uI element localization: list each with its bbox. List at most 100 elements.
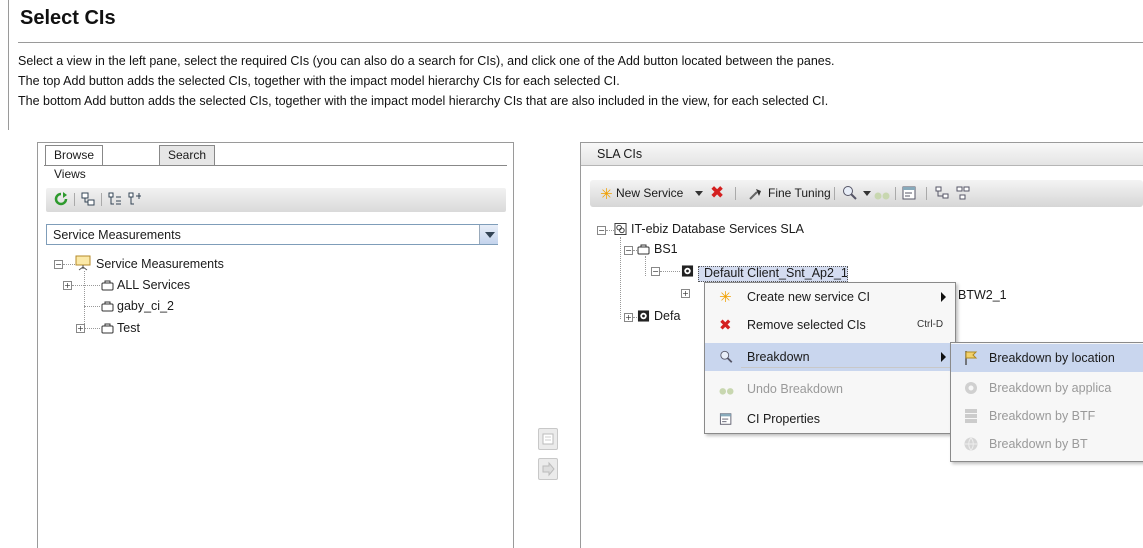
toolbar-separator [926, 187, 927, 200]
left-toolbar [46, 188, 506, 212]
tree-line [660, 271, 680, 272]
chevron-down-icon[interactable] [863, 191, 871, 196]
submenu-arrow-icon [941, 352, 946, 362]
tree-line [85, 328, 100, 329]
tab-divider [44, 165, 507, 166]
service-measurements-icon [75, 255, 91, 271]
tree-line [84, 271, 85, 328]
collapse-toggle[interactable]: − [651, 267, 660, 276]
gear-icon [965, 382, 977, 394]
tree-item-all-services[interactable]: ALL Services [117, 278, 190, 292]
menu-item-label: Create new service CI [747, 290, 870, 304]
server-icon [965, 409, 977, 423]
collapse-all-icon[interactable] [128, 192, 142, 206]
tree-root-label[interactable]: Service Measurements [96, 257, 224, 271]
breakdown-submenu: Breakdown by location Breakdown by appli… [950, 342, 1143, 462]
toolbar-separator [834, 187, 835, 200]
tab-browse-views[interactable]: Browse Views [45, 145, 104, 181]
tree-line [606, 230, 614, 231]
tree-line [645, 256, 646, 276]
submenu-item-label: Breakdown by location [989, 351, 1115, 365]
submenu-item-by-bt[interactable]: Breakdown by BT [951, 430, 1143, 458]
menu-item-create-service-ci[interactable]: ✳ Create new service CI [705, 283, 955, 311]
submenu-item-by-location[interactable]: Breakdown by location [951, 344, 1143, 372]
refresh-icon[interactable] [54, 192, 68, 206]
collapse-toggle[interactable]: − [54, 260, 63, 269]
expand-all-icon[interactable] [108, 192, 122, 206]
binoculars-icon[interactable] [874, 186, 890, 201]
submenu-item-label: Breakdown by BT [989, 437, 1088, 451]
expand-toggle[interactable]: + [624, 313, 633, 322]
asterisk-icon: ✳ [600, 185, 613, 203]
fine-tuning-button[interactable]: Fine Tuning [768, 180, 831, 207]
submenu-item-by-application[interactable]: Breakdown by applica [951, 374, 1143, 402]
toolbar-separator [895, 187, 896, 200]
title-divider [18, 42, 1143, 43]
tree-line [63, 264, 75, 265]
hierarchy-alt-icon[interactable] [956, 186, 970, 200]
ci-context-menu: ✳ Create new service CI ✖ Remove selecte… [704, 282, 956, 434]
fine-tuning-icon [749, 189, 761, 200]
tree-item-bs1[interactable]: BS1 [654, 242, 678, 256]
magnifier-icon[interactable] [842, 185, 858, 201]
toolbar-separator [101, 193, 102, 206]
chevron-down-icon[interactable] [695, 191, 703, 196]
tree-line [620, 237, 621, 319]
submenu-arrow-icon [941, 292, 946, 302]
properties-icon[interactable] [902, 185, 918, 201]
menu-item-remove-selected[interactable]: ✖ Remove selected CIs Ctrl-D [705, 311, 955, 339]
tree-item-gaby-ci-2[interactable]: gaby_ci_2 [117, 299, 174, 313]
chevron-down-icon[interactable] [479, 225, 498, 244]
hierarchy-icon[interactable] [935, 186, 949, 200]
globe-icon [964, 437, 978, 451]
menu-divider [741, 367, 953, 368]
binoculars-icon [719, 388, 734, 395]
tree-item-btw2-partial[interactable]: BTW2_1 [958, 288, 1007, 302]
toolbar-separator [735, 187, 736, 200]
properties-icon [719, 413, 732, 425]
menu-item-undo-breakdown[interactable]: Undo Breakdown [705, 375, 955, 403]
right-toolbar: ✳ New Service ✖ Fine Tuning [590, 180, 1143, 207]
red-x-icon: ✖ [719, 316, 732, 334]
magnifier-icon [720, 350, 733, 363]
submenu-item-label: Breakdown by BTF [989, 409, 1096, 423]
tree-item-default-partial[interactable]: Defa [654, 309, 680, 323]
sla-icon [614, 223, 627, 235]
business-service-icon [637, 244, 650, 255]
instruction-line-2: The top Add button adds the selected CIs… [18, 74, 620, 88]
tree-item-default-client[interactable]: Default Client_Snt_Ap2_1 [704, 266, 848, 280]
tree-line [72, 285, 100, 286]
add-arrow-icon [542, 461, 555, 477]
expand-toggle[interactable]: + [76, 324, 85, 333]
new-service-button[interactable]: New Service [616, 180, 683, 207]
page-title: Select CIs [20, 7, 116, 29]
expand-toggle[interactable]: + [681, 289, 690, 298]
instruction-line-3: The bottom Add button adds the selected … [18, 94, 829, 108]
business-service-icon [101, 323, 114, 334]
menu-item-label: CI Properties [747, 412, 820, 426]
add-with-view-hierarchy-button[interactable] [538, 458, 558, 480]
flag-icon [965, 351, 978, 365]
instruction-line-1: Select a view in the left pane, select t… [18, 54, 835, 68]
business-service-icon [101, 280, 114, 291]
menu-item-ci-properties[interactable]: CI Properties [705, 405, 955, 433]
collapse-toggle[interactable]: − [624, 246, 633, 255]
expand-toggle[interactable]: + [63, 281, 72, 290]
tree-root-sla[interactable]: IT-ebiz Database Services SLA [631, 222, 804, 236]
add-arrow-icon [542, 433, 554, 445]
monitor-ci-icon [637, 310, 650, 322]
view-select[interactable]: Service Measurements [46, 224, 498, 245]
remove-icon[interactable]: ✖ [710, 183, 724, 203]
sla-cis-header: SLA CIs [581, 143, 1143, 166]
menu-item-label: Remove selected CIs [747, 318, 866, 332]
submenu-item-by-btf[interactable]: Breakdown by BTF [951, 402, 1143, 430]
tree-line [84, 306, 100, 307]
hierarchy-icon[interactable] [81, 192, 95, 206]
tab-search[interactable]: Search [159, 145, 216, 165]
outer-frame-left [8, 0, 9, 130]
toolbar-separator [74, 193, 75, 206]
tree-item-test[interactable]: Test [117, 321, 140, 335]
add-with-hierarchy-button[interactable] [538, 428, 558, 450]
collapse-toggle[interactable]: − [597, 226, 606, 235]
monitor-ci-icon [681, 265, 694, 277]
